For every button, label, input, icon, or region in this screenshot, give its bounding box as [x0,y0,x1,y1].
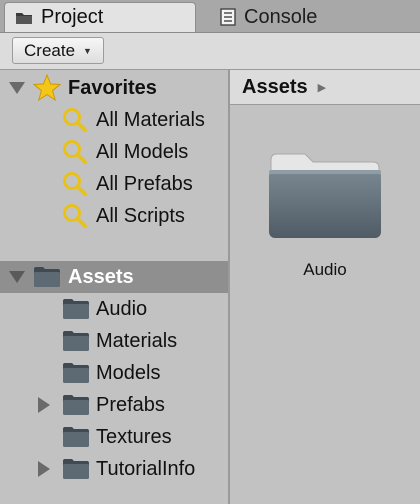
expand-arrow-icon[interactable] [38,461,50,477]
tree-item-label: Materials [96,329,178,352]
tree-item-textures[interactable]: Textures [0,421,228,453]
folder-icon [63,299,89,319]
folder-icon [63,331,89,351]
search-icon [63,172,87,196]
favorites-item-all-scripts[interactable]: All Scripts [0,200,228,232]
expand-arrow-icon[interactable] [38,397,50,413]
tree-item-assets[interactable]: Assets [0,261,228,293]
expand-arrow-icon[interactable] [9,271,25,283]
tab-bar: Project Console [0,0,420,33]
folder-icon [63,395,89,415]
tree-item-tutorialinfo[interactable]: TutorialInfo [0,453,228,485]
tree-item-label: Prefabs [96,393,165,416]
tab-console[interactable]: Console [206,2,406,32]
tree-item-audio[interactable]: Audio [0,293,228,325]
tree-item-prefabs[interactable]: Prefabs [0,389,228,421]
favorites-item-label: All Materials [96,108,205,131]
star-icon [33,74,61,102]
search-icon [63,204,87,228]
tree-item-models[interactable]: Models [0,357,228,389]
favorites-item-all-materials[interactable]: All Materials [0,104,228,136]
create-button[interactable]: Create ▼ [12,37,104,64]
search-icon [63,108,87,132]
tree-item-label: Favorites [68,76,157,99]
chevron-down-icon: ▼ [83,45,92,56]
console-icon [220,8,236,26]
favorites-item-label: All Scripts [96,204,185,227]
create-button-label: Create [24,40,76,60]
tree-item-label: Assets [68,265,134,288]
tree-item-label: TutorialInfo [96,457,196,480]
favorites-item-all-models[interactable]: All Models [0,136,228,168]
asset-tile-label: Audio [303,260,347,279]
expand-arrow-icon[interactable] [9,82,25,94]
tree-item-favorites[interactable]: Favorites [0,72,228,104]
tab-console-label: Console [244,5,318,28]
breadcrumb: Assets ▶ [230,70,420,105]
folder-icon [34,267,60,287]
tab-project[interactable]: Project [4,2,196,32]
tab-project-label: Project [41,6,104,28]
folder-icon [63,459,89,479]
tree-item-label: Models [96,361,161,384]
folder-icon [269,153,381,238]
folder-icon [63,363,89,383]
project-toolbar: Create ▼ [0,33,420,70]
favorites-item-label: All Models [96,140,189,163]
tree-item-label: Textures [96,425,172,448]
favorites-item-all-prefabs[interactable]: All Prefabs [0,168,228,200]
breadcrumb-item-assets[interactable]: Assets [242,76,308,99]
folder-tree: Favorites All Materials All Models All P… [0,70,228,504]
chevron-right-icon: ▶ [317,81,327,94]
folder-icon [16,12,32,24]
asset-grid-panel: Assets ▶ Audio [230,70,420,504]
search-icon [63,140,87,164]
favorites-item-label: All Prefabs [96,172,193,195]
folder-icon [63,427,89,447]
tree-item-label: Audio [96,297,148,320]
tree-item-materials[interactable]: Materials [0,325,228,357]
